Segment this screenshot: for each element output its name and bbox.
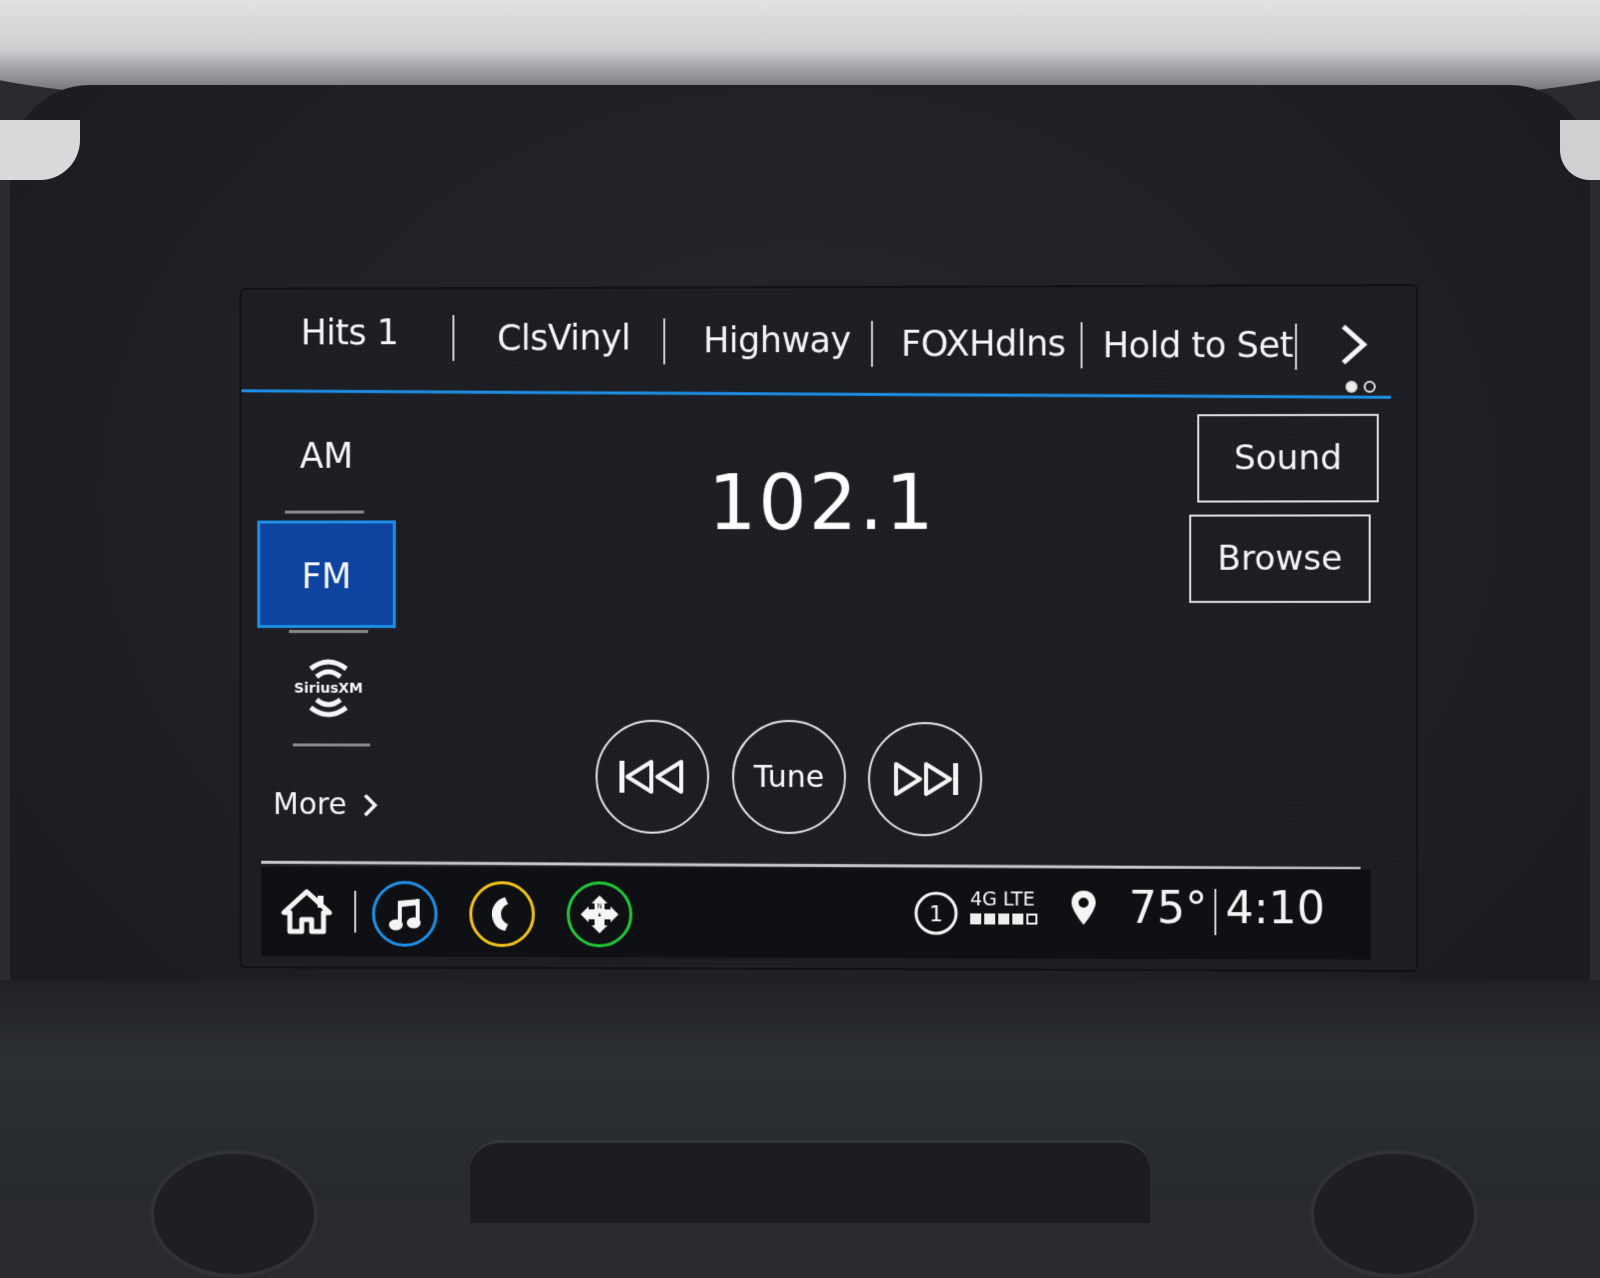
bottom-bar-separator [354, 890, 357, 933]
music-note-icon [388, 898, 421, 931]
clock: 4:10 [1225, 882, 1326, 935]
audio-app-button[interactable] [372, 880, 438, 947]
preset-divider [1080, 322, 1083, 369]
navigation-app-button[interactable]: N [566, 881, 633, 948]
seek-back-icon [619, 757, 687, 797]
tune-label: Tune [753, 759, 825, 795]
right-knob [1310, 1150, 1478, 1278]
network-label: 4G LTE [970, 888, 1035, 911]
band-divider [288, 629, 369, 633]
more-button[interactable]: More [273, 787, 378, 822]
station-frequency: 102.1 [708, 457, 936, 548]
svg-text:SiriusXM: SiriusXM [294, 681, 363, 697]
siriusxm-logo-icon[interactable]: SiriusXM [289, 653, 368, 723]
preset-5[interactable]: Hold to Set [1103, 326, 1293, 367]
preset-bar: Hits 1 ClsVinyl Highway FOXHdlns Hold to… [241, 286, 1416, 397]
band-divider [292, 743, 371, 747]
tune-button[interactable]: Tune [732, 719, 846, 835]
phone-app-button[interactable] [469, 881, 535, 948]
preset-divider [1294, 323, 1298, 370]
left-knob [150, 1150, 318, 1278]
seek-forward-button[interactable] [868, 722, 983, 837]
location-pin-icon [1071, 890, 1096, 925]
signal-bar-filled [970, 913, 982, 925]
infotainment-screen: Hits 1 ClsVinyl Highway FOXHdlns Hold to… [241, 286, 1417, 970]
preset-divider [663, 318, 666, 365]
band-am-button[interactable]: AM [257, 437, 396, 477]
preset-3[interactable]: Highway [703, 321, 851, 361]
outside-temperature: 75° [1128, 882, 1208, 935]
center-vent [470, 1140, 1150, 1223]
preset-1[interactable]: Hits 1 [301, 313, 398, 353]
home-icon[interactable] [281, 889, 332, 935]
page-dot[interactable] [1363, 380, 1376, 393]
band-divider [284, 510, 365, 514]
bottom-bar: N 1 4G LTE 75° 4:10 [261, 866, 1371, 960]
page-dot-active[interactable] [1345, 380, 1358, 393]
network-status: 4G LTE [970, 888, 1038, 925]
signal-bar-filled [1012, 913, 1024, 925]
preset-divider [871, 320, 874, 367]
status-separator [1214, 888, 1217, 936]
browse-button[interactable]: Browse [1189, 514, 1371, 603]
signal-bar-filled [984, 913, 996, 925]
page-indicator [1345, 380, 1376, 393]
svg-text:N: N [597, 902, 602, 910]
preset-2[interactable]: ClsVinyl [497, 319, 630, 359]
compass-icon: N [580, 895, 619, 934]
seek-forward-icon [893, 759, 959, 799]
signal-strength-bars [970, 913, 1038, 925]
preset-4[interactable]: FOXHdlns [901, 324, 1066, 365]
signal-bar-empty [1026, 913, 1038, 925]
sound-button[interactable]: Sound [1197, 413, 1379, 503]
more-label: More [273, 787, 347, 823]
band-fm-button[interactable]: FM [257, 520, 396, 628]
chevron-right-icon[interactable] [1335, 322, 1371, 366]
notification-count: 1 [929, 902, 943, 927]
preset-divider [452, 315, 455, 361]
signal-bar-filled [998, 913, 1010, 925]
seek-back-button[interactable] [595, 719, 710, 834]
phone-icon [491, 897, 509, 932]
chevron-right-icon [363, 792, 379, 818]
notification-badge-icon[interactable]: 1 [913, 890, 959, 936]
